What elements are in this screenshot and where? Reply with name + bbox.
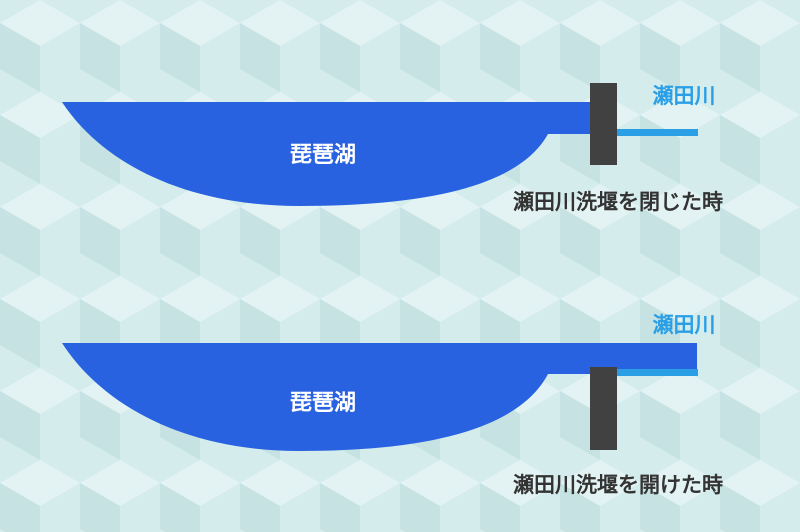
weir-gate [590,83,617,165]
river-label: 瀬田川 [653,84,716,108]
weir-gate [590,367,617,450]
lake-label: 琵琶湖 [290,143,356,168]
diagram-svg: 琵琶湖 瀬田川 瀬田川洗堰を閉じた時 琵琶湖 瀬田川 瀬田川洗堰を開けた時 [0,0,800,532]
panel-caption: 瀬田川洗堰を開けた時 [513,473,723,497]
diagram-canvas: 琵琶湖 瀬田川 瀬田川洗堰を閉じた時 琵琶湖 瀬田川 瀬田川洗堰を開けた時 [0,0,800,532]
river-channel [617,369,698,376]
lake-label: 琵琶湖 [290,391,356,416]
river-label: 瀬田川 [653,313,716,337]
river-channel [617,129,698,136]
background-pattern [0,0,800,532]
panel-caption: 瀬田川洗堰を閉じた時 [513,190,723,214]
